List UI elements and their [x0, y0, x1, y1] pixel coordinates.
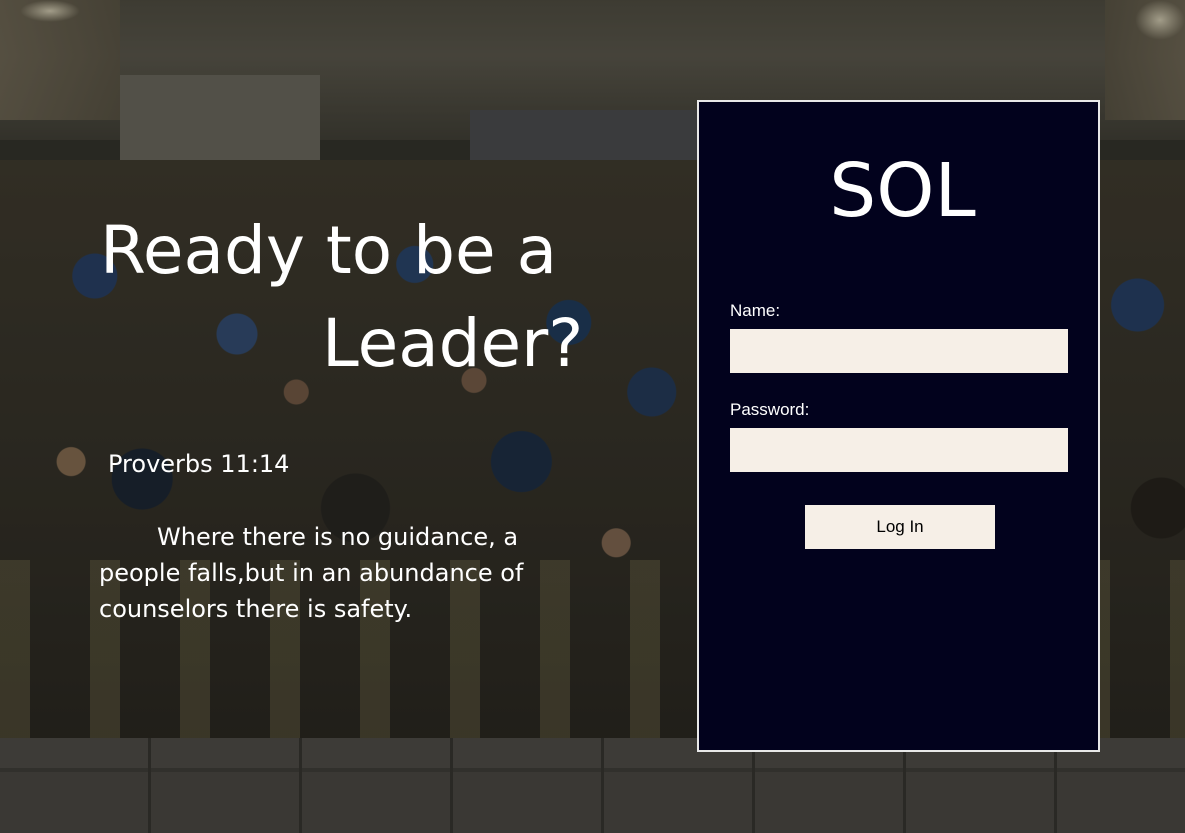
login-panel: SOL Name: Password: Log In — [697, 100, 1100, 752]
password-label: Password: — [730, 400, 810, 419]
password-input[interactable] — [730, 428, 1068, 472]
headline-line-2: Leader? — [322, 305, 584, 382]
brand-title: SOL — [829, 148, 976, 234]
headline-line-1: Ready to be a — [100, 212, 558, 289]
name-label: Name: — [730, 301, 781, 320]
verse-text: Where there is no guidance, a people fal… — [99, 523, 524, 623]
name-input[interactable] — [730, 329, 1068, 373]
verse-reference: Proverbs 11:14 — [108, 450, 290, 478]
login-page: Ready to be a Leader? Proverbs 11:14 Whe… — [0, 0, 1185, 833]
login-button[interactable]: Log In — [805, 505, 995, 549]
